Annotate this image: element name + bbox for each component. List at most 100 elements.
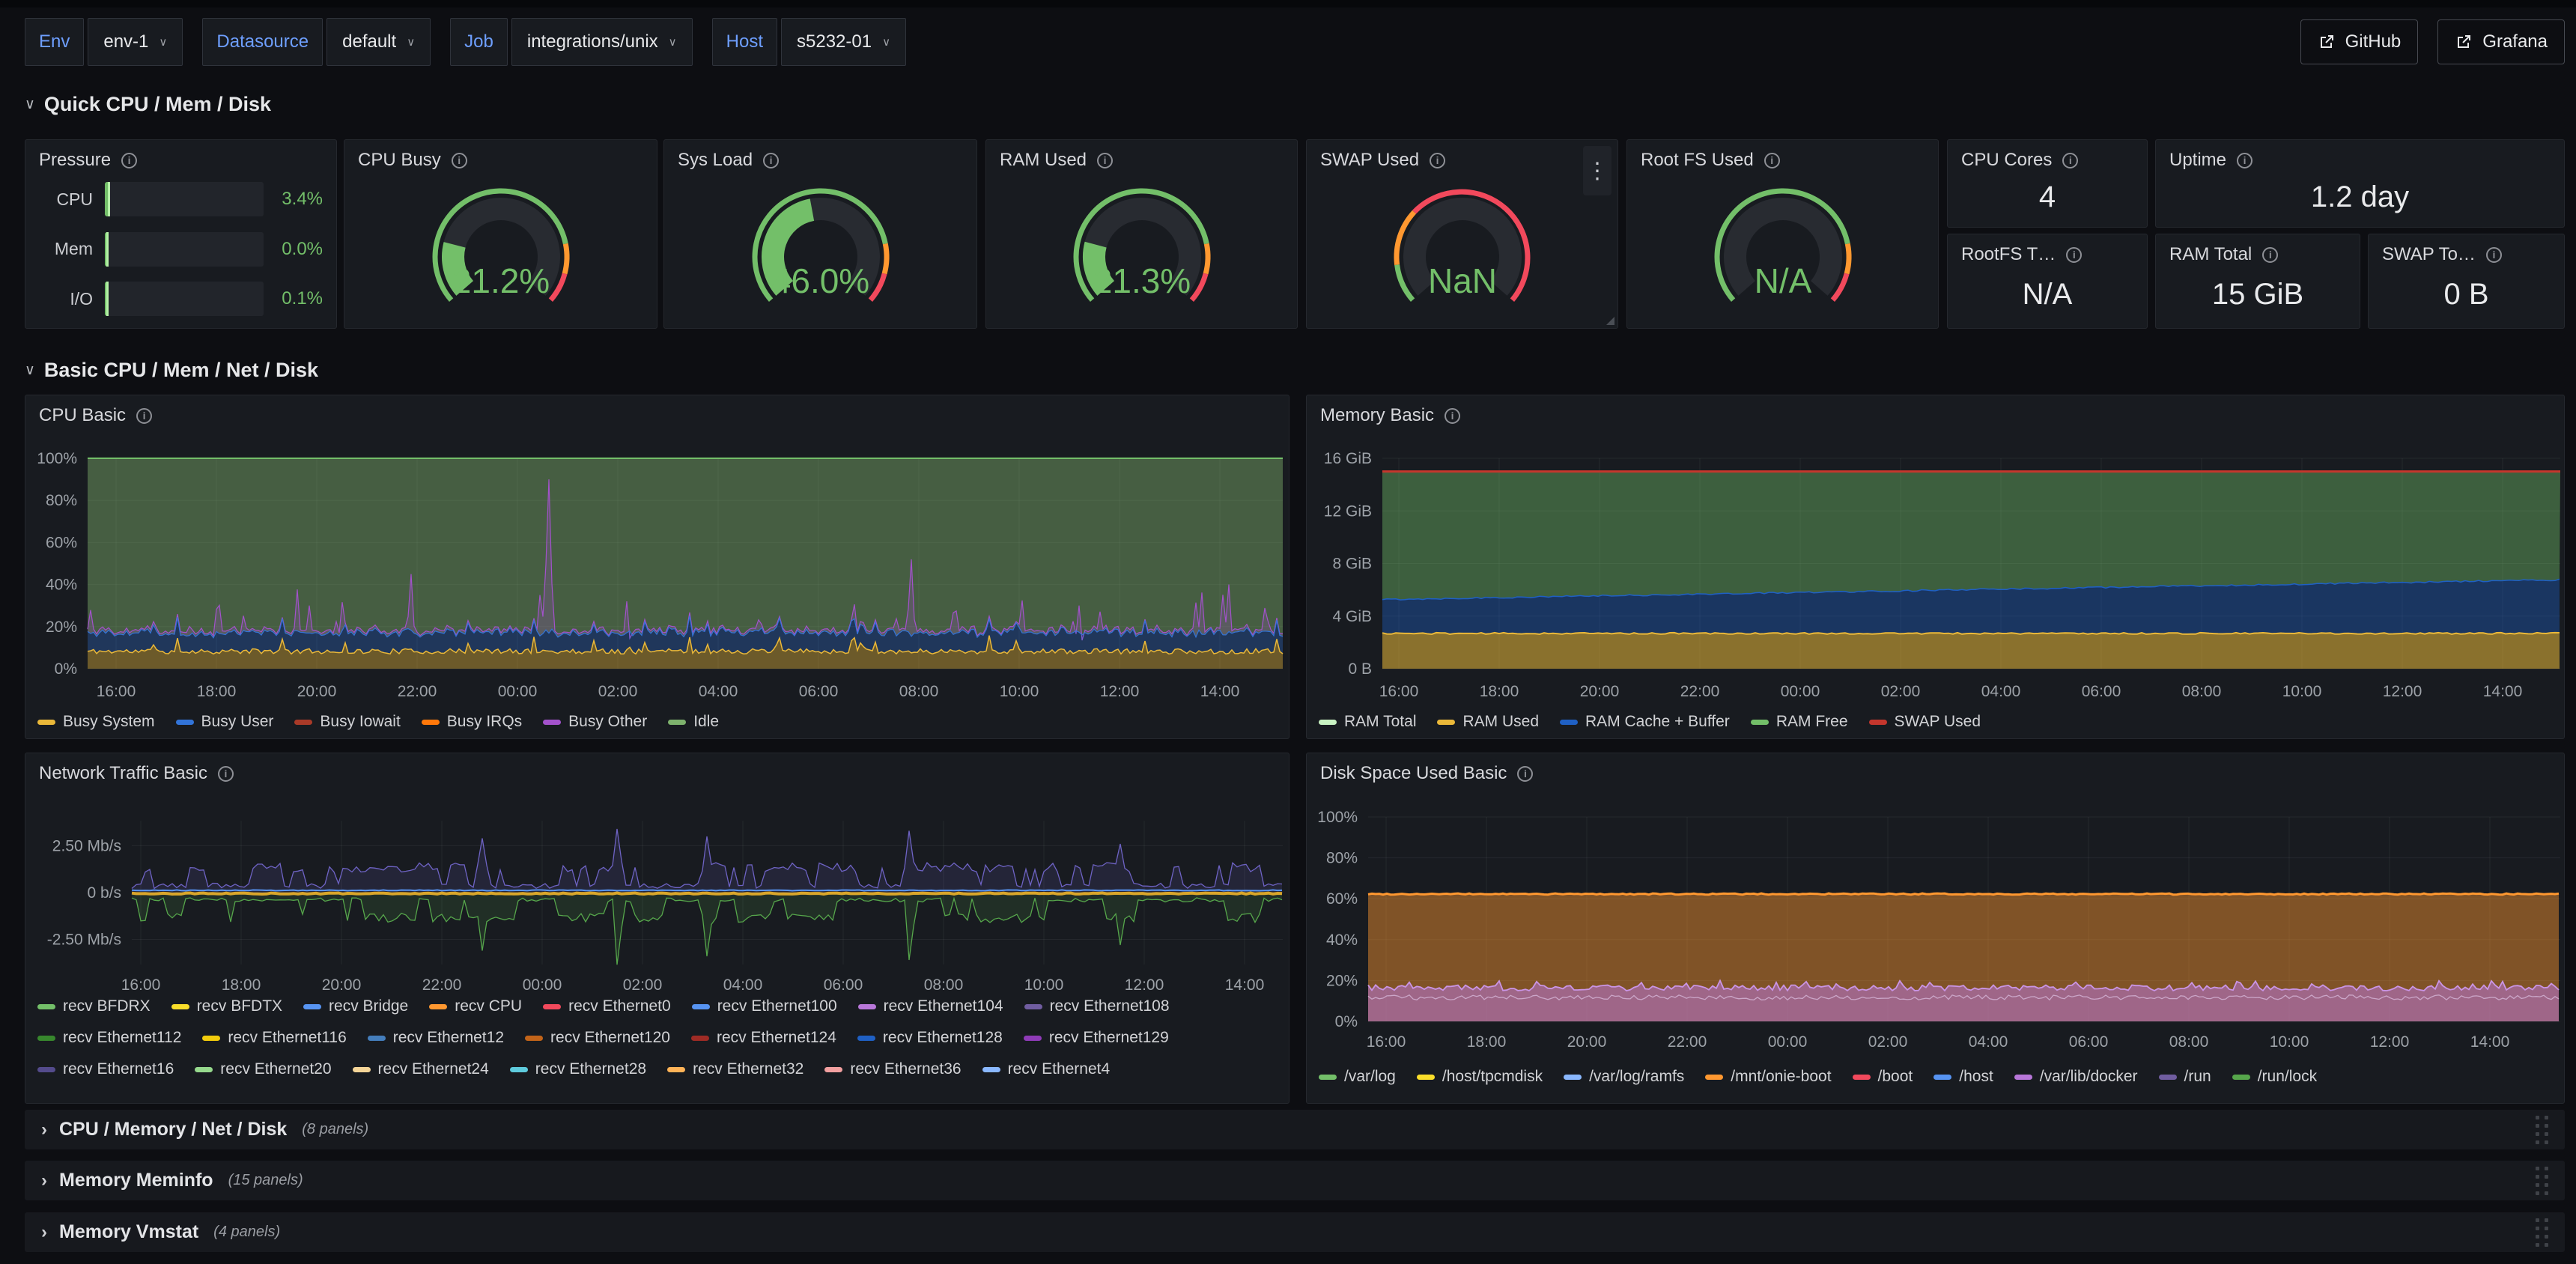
legend-item[interactable]: RAM Used — [1437, 713, 1539, 731]
legend-item[interactable]: /run — [2159, 1068, 2211, 1086]
variable-dropdown-datasource[interactable]: default∨ — [326, 18, 431, 66]
legend-item[interactable]: recv Ethernet4 — [982, 1060, 1111, 1078]
time-series-plot[interactable]: 16 GiB12 GiB8 GiB4 GiB0 B16:0018:0020:00… — [1307, 395, 2564, 738]
legend-item[interactable]: recv Ethernet28 — [510, 1060, 646, 1078]
gauge-arc: 46.0% — [663, 165, 978, 320]
info-icon[interactable]: i — [452, 153, 467, 168]
legend-item[interactable]: recv Ethernet129 — [1024, 1029, 1169, 1047]
panel-header[interactable]: RAM Total i — [2169, 244, 2278, 265]
collapsed-row-3[interactable]: ›Memory Meminfo(15 panels) — [25, 1161, 2565, 1200]
info-icon[interactable]: i — [763, 153, 779, 168]
info-icon[interactable]: i — [1764, 153, 1780, 168]
legend-item[interactable]: recv Ethernet36 — [824, 1060, 961, 1078]
legend-item[interactable]: recv Ethernet124 — [691, 1029, 836, 1047]
legend-item[interactable]: recv Ethernet120 — [525, 1029, 670, 1047]
x-axis-tick: 22:00 — [1668, 1033, 1707, 1051]
legend-item[interactable]: /mnt/onie-boot — [1705, 1068, 1831, 1086]
legend-item[interactable]: recv Ethernet0 — [543, 997, 671, 1015]
legend-item[interactable]: recv Ethernet24 — [353, 1060, 489, 1078]
legend-item[interactable]: recv Ethernet32 — [667, 1060, 804, 1078]
info-icon[interactable]: i — [136, 408, 152, 424]
info-icon[interactable]: i — [2262, 247, 2278, 263]
info-icon[interactable]: i — [1097, 153, 1113, 168]
panel-header[interactable]: CPU Busyi — [358, 150, 467, 171]
legend-item[interactable]: recv Ethernet12 — [368, 1029, 504, 1047]
variable-label-job[interactable]: Job — [450, 18, 508, 66]
legend-item[interactable]: recv BFDTX — [171, 997, 282, 1015]
row-drag-handle[interactable] — [2536, 1116, 2548, 1144]
panel-header[interactable]: Disk Space Used Basici — [1320, 763, 1533, 784]
legend-item[interactable]: recv BFDRX — [37, 997, 151, 1015]
collapsed-row-4[interactable]: ›Memory Vmstat(4 panels) — [25, 1212, 2565, 1252]
legend-item[interactable]: /host — [1933, 1068, 1993, 1086]
legend-item[interactable]: /host/tpcmdisk — [1417, 1068, 1543, 1086]
info-icon[interactable]: i — [121, 153, 137, 168]
legend-item[interactable]: /var/log/ramfs — [1564, 1068, 1684, 1086]
legend-item[interactable]: recv Ethernet20 — [195, 1060, 331, 1078]
legend-item[interactable]: Busy IRQs — [422, 713, 522, 731]
legend-item[interactable]: Busy User — [176, 713, 274, 731]
legend-item[interactable]: recv Ethernet104 — [858, 997, 1003, 1015]
row-header-0[interactable]: ∨Quick CPU / Mem / Disk — [25, 85, 271, 123]
variable-dropdown-job[interactable]: integrations/unix∨ — [511, 18, 693, 66]
legend-item[interactable]: recv Ethernet116 — [202, 1029, 346, 1047]
info-icon[interactable]: i — [2237, 153, 2253, 168]
collapsed-row-2[interactable]: ›CPU / Memory / Net / Disk(8 panels) — [25, 1110, 2565, 1149]
info-icon[interactable]: i — [1445, 408, 1460, 424]
info-icon[interactable]: i — [218, 766, 234, 782]
variable-label-env[interactable]: Env — [25, 18, 84, 66]
panel-title: RAM Total — [2169, 244, 2252, 265]
legend-item[interactable]: /boot — [1853, 1068, 1913, 1086]
legend-item[interactable]: recv Ethernet128 — [857, 1029, 1003, 1047]
panel-header[interactable]: CPU Basici — [39, 405, 152, 426]
legend-item[interactable]: recv Bridge — [303, 997, 408, 1015]
panel-header[interactable]: SWAP Usedi — [1320, 150, 1445, 171]
panel-header[interactable]: RAM Usedi — [1000, 150, 1113, 171]
link-button-grafana[interactable]: Grafana — [2437, 19, 2565, 64]
panel-header[interactable]: CPU Coresi — [1961, 150, 2078, 171]
info-icon[interactable]: i — [2486, 247, 2502, 263]
panel-header[interactable]: Root FS Usedi — [1641, 150, 1780, 171]
link-button-github[interactable]: GitHub — [2300, 19, 2419, 64]
panel-header[interactable]: SWAP To…i — [2382, 244, 2502, 265]
legend-item[interactable]: recv Ethernet108 — [1024, 997, 1170, 1015]
legend-item[interactable]: recv Ethernet112 — [37, 1029, 181, 1047]
panel-header[interactable]: Pressurei — [39, 150, 137, 171]
info-icon[interactable]: i — [1517, 766, 1533, 782]
time-series-plot[interactable]: 100%80%60%40%20%0%16:0018:0020:0022:0000… — [25, 395, 1289, 738]
legend-swatch — [692, 1004, 710, 1009]
legend-item[interactable]: RAM Total — [1319, 713, 1416, 731]
time-series-plot[interactable]: 2.50 Mb/s0 b/s-2.50 Mb/s16:0018:0020:002… — [25, 753, 1289, 1103]
legend-item[interactable]: Busy Other — [543, 713, 647, 731]
panel-menu-kebab-icon[interactable]: ⋮ — [1583, 146, 1611, 195]
legend-item[interactable]: recv CPU — [429, 997, 522, 1015]
row-drag-handle[interactable] — [2536, 1167, 2548, 1195]
panel-header[interactable]: Sys Loadi — [678, 150, 779, 171]
variable-label-datasource[interactable]: Datasource — [202, 18, 323, 66]
panel-header[interactable]: Memory Basici — [1320, 405, 1460, 426]
variable-label-host[interactable]: Host — [712, 18, 777, 66]
legend-item[interactable]: Busy Iowait — [294, 713, 400, 731]
time-series-plot[interactable]: 100%80%60%40%20%0%16:0018:0020:0022:0000… — [1307, 753, 2564, 1103]
panel-header[interactable]: Network Traffic Basici — [39, 763, 234, 784]
row-header-1[interactable]: ∨Basic CPU / Mem / Net / Disk — [25, 351, 318, 389]
legend-item[interactable]: /var/log — [1319, 1068, 1396, 1086]
legend-item[interactable]: RAM Cache + Buffer — [1560, 713, 1730, 731]
legend-item[interactable]: /run/lock — [2232, 1068, 2317, 1086]
panel-resize-handle[interactable] — [1606, 317, 1614, 325]
legend-item[interactable]: RAM Free — [1751, 713, 1848, 731]
row-drag-handle[interactable] — [2536, 1218, 2548, 1247]
variable-dropdown-host[interactable]: s5232-01∨ — [781, 18, 906, 66]
panel-header[interactable]: Uptimei — [2169, 150, 2253, 171]
panel-header[interactable]: RootFS T…i — [1961, 244, 2082, 265]
legend-item[interactable]: Idle — [668, 713, 719, 731]
legend-item[interactable]: Busy System — [37, 713, 155, 731]
info-icon[interactable]: i — [2066, 247, 2082, 263]
legend-item[interactable]: SWAP Used — [1869, 713, 1981, 731]
info-icon[interactable]: i — [1430, 153, 1445, 168]
legend-item[interactable]: /var/lib/docker — [2014, 1068, 2138, 1086]
legend-item[interactable]: recv Ethernet100 — [692, 997, 837, 1015]
info-icon[interactable]: i — [2062, 153, 2078, 168]
variable-dropdown-env[interactable]: env-1∨ — [88, 18, 183, 66]
legend-item[interactable]: recv Ethernet16 — [37, 1060, 174, 1078]
